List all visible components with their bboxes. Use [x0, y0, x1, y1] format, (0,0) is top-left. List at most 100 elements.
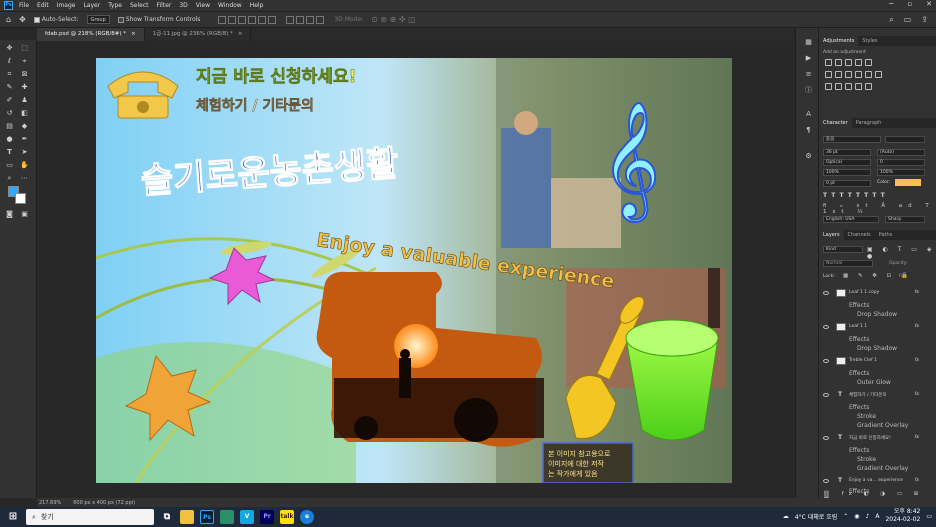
quick-select-tool-icon[interactable]: ⌖	[20, 57, 29, 66]
visibility-icon[interactable]	[823, 325, 829, 329]
more-tools-icon[interactable]: ⋯	[20, 174, 29, 183]
app-icon[interactable]	[220, 510, 234, 524]
actions-panel-icon[interactable]: ▶	[804, 54, 813, 63]
hand-tool-icon[interactable]: ✋	[20, 161, 29, 170]
background-color-swatch[interactable]	[15, 193, 26, 204]
align-middle-icon[interactable]	[258, 15, 267, 24]
taskbar-search[interactable]: ⌕ 찾기	[26, 509, 154, 525]
font-style-select[interactable]	[885, 136, 925, 143]
tab-jpg[interactable]: 1급-11.jpg @ 236% (RGB/8) * ×	[144, 28, 252, 41]
fx-icon[interactable]: fx	[915, 392, 919, 397]
effect-gradient-overlay[interactable]: Gradient Overlay	[857, 422, 908, 429]
tray-overflow-icon[interactable]: ⌃	[843, 513, 848, 520]
font-size-field[interactable]: 36 pt	[823, 149, 871, 156]
photo-filter-icon[interactable]	[855, 71, 862, 78]
character-panel-icon[interactable]: A	[804, 110, 813, 119]
volume-icon[interactable]: ♪	[866, 513, 870, 520]
workspace-icon[interactable]: ▭	[904, 15, 912, 25]
baseline-shift-field[interactable]: 0 pt	[823, 180, 871, 187]
zoom-level[interactable]: 217.69%	[39, 500, 61, 506]
menu-layer[interactable]: Layer	[83, 2, 100, 9]
posterize-icon[interactable]	[835, 83, 842, 90]
menu-3d[interactable]: 3D	[179, 2, 187, 9]
blur-tool-icon[interactable]: ◆	[20, 122, 29, 131]
layer-name[interactable]: 체험하기 / 기타문의	[849, 392, 887, 398]
gradient-tool-icon[interactable]: ▤	[5, 122, 14, 131]
font-family-select[interactable]: 돋움	[823, 136, 881, 143]
layer-name[interactable]: Leaf 1 1 copy	[849, 290, 879, 295]
visibility-icon[interactable]	[823, 436, 829, 440]
text-style-buttons[interactable]: TTTTTTTT	[823, 192, 889, 199]
fx-icon[interactable]: fx	[915, 358, 919, 363]
document-size[interactable]: 600 px x 400 px (72 ppi)	[73, 500, 135, 506]
kakaotalk-icon[interactable]: talk	[280, 510, 294, 524]
tab-adjustments[interactable]: Adjustments	[819, 36, 859, 46]
layer-kind-filter[interactable]: Kind	[823, 246, 863, 253]
effect-drop-shadow[interactable]: Drop Shadow	[857, 345, 897, 352]
color-balance-icon[interactable]	[835, 71, 842, 78]
text-color-swatch[interactable]	[895, 179, 921, 186]
align-left-icon[interactable]	[218, 15, 227, 24]
hue-icon[interactable]	[825, 71, 832, 78]
effect-stroke[interactable]: Stroke	[857, 456, 876, 463]
move-tool-icon[interactable]: ✥	[5, 44, 14, 53]
layer-row[interactable]: T 체험하기 / 기타문의 fx	[819, 390, 931, 400]
tab-styles[interactable]: Styles	[858, 38, 881, 44]
windows-start-icon[interactable]: ⊞	[6, 510, 20, 524]
effect-drop-shadow[interactable]: Drop Shadow	[857, 311, 897, 318]
opentype-buttons[interactable]: ﬁ ℴ st Ā ad T 1st ½	[823, 203, 936, 215]
distribute-3-icon[interactable]	[306, 15, 315, 24]
maximize-icon[interactable]: ▫	[907, 0, 912, 8]
marquee-tool-icon[interactable]: ⬚	[20, 44, 29, 53]
distribute-1-icon[interactable]	[286, 15, 295, 24]
layer-name[interactable]: Treble Clef 1	[849, 358, 877, 363]
close-icon[interactable]: ✕	[926, 0, 932, 8]
weather-text[interactable]: 4°C 대체로 흐림	[795, 512, 837, 521]
distribute-2-icon[interactable]	[296, 15, 305, 24]
effect-outer-glow[interactable]: Outer Glow	[857, 379, 891, 386]
layer-name[interactable]: 지금 바로 신청하세요!	[849, 435, 891, 441]
curves-icon[interactable]	[845, 59, 852, 66]
layer-name[interactable]: Enjoy a va... experience	[849, 478, 903, 483]
layer-row[interactable]: T 지금 바로 신청하세요! fx	[819, 433, 931, 443]
antialias-select[interactable]: Sharp	[885, 216, 925, 223]
auto-select-checkbox[interactable]	[33, 16, 40, 23]
lookup-icon[interactable]	[875, 71, 882, 78]
fx-icon[interactable]: fx	[915, 435, 919, 440]
quick-mask-icon[interactable]: ◙	[5, 210, 14, 219]
align-bottom-icon[interactable]	[268, 15, 277, 24]
document-canvas[interactable]: 지금 바로 신청하세요! 체험하기 / 기타문의 슬기로운농촌생활 Enjoy …	[96, 58, 732, 483]
selective-color-icon[interactable]	[865, 83, 872, 90]
history-brush-icon[interactable]: ↺	[5, 109, 14, 118]
clock[interactable]: 오후 8:42 2024-02-02	[885, 508, 920, 524]
brush-tool-icon[interactable]: ✐	[5, 96, 14, 105]
tab-layers[interactable]: Layers	[819, 230, 844, 240]
photoshop-taskbar-icon[interactable]: Ps	[200, 510, 214, 524]
home-icon[interactable]: ⌂	[6, 15, 11, 24]
transform-controls-checkbox[interactable]	[117, 16, 124, 23]
edge-icon[interactable]: e	[300, 510, 314, 524]
history-panel-icon[interactable]: ▦	[804, 38, 813, 47]
weather-icon[interactable]: ☁	[783, 513, 789, 520]
channel-mixer-icon[interactable]	[865, 71, 872, 78]
stamp-tool-icon[interactable]: ♟	[20, 96, 29, 105]
levels-icon[interactable]	[835, 59, 842, 66]
tab-character[interactable]: Character	[819, 118, 852, 128]
screen-mode-icon[interactable]: ▣	[20, 210, 29, 219]
lasso-tool-icon[interactable]: ℓ	[5, 57, 14, 66]
visibility-icon[interactable]	[823, 359, 829, 363]
eraser-tool-icon[interactable]: ◧	[20, 109, 29, 118]
menu-image[interactable]: Image	[57, 2, 76, 9]
menu-file[interactable]: File	[19, 2, 29, 9]
threshold-icon[interactable]	[845, 83, 852, 90]
align-right-icon[interactable]	[238, 15, 247, 24]
fx-icon[interactable]: fx	[915, 290, 919, 295]
menu-edit[interactable]: Edit	[37, 2, 49, 9]
file-explorer-icon[interactable]	[180, 510, 194, 524]
move-tool-icon[interactable]: ✥	[19, 15, 26, 24]
path-select-tool-icon[interactable]: ➤	[20, 148, 29, 157]
pen-tool-icon[interactable]: ✒	[20, 135, 29, 144]
premiere-icon[interactable]: Pr	[260, 510, 274, 524]
vibrance-icon[interactable]	[865, 59, 872, 66]
tab-paragraph[interactable]: Paragraph	[852, 120, 886, 126]
